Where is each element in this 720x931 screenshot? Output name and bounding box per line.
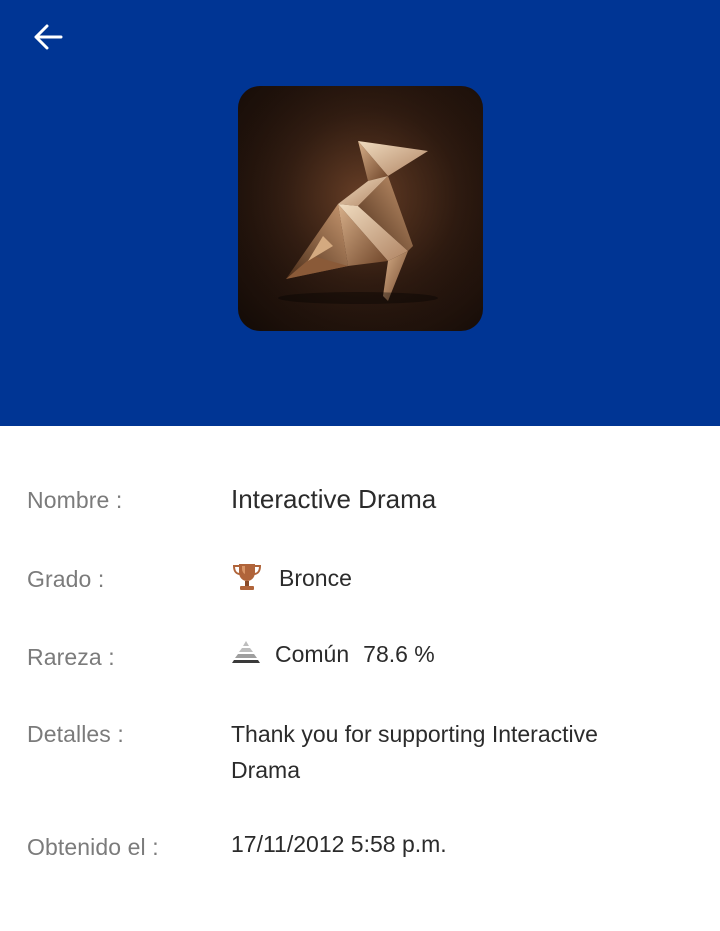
trophy-image	[238, 86, 483, 331]
rarity-label: Rareza :	[27, 644, 115, 670]
rarity-value: Común	[275, 641, 350, 667]
name-value: Interactive Drama	[231, 484, 437, 514]
name-label: Nombre :	[27, 487, 123, 513]
details-value: Thank you for supporting Interactive Dra…	[231, 721, 598, 783]
trophy-details: Nombre : Interactive Drama Grado : Bronc…	[0, 426, 720, 931]
trophy-header	[0, 0, 720, 426]
earned-value: 17/11/2012 5:58 p.m.	[231, 831, 447, 857]
back-button[interactable]	[24, 18, 72, 60]
rarity-percent: 78.6 %	[363, 641, 435, 667]
pyramid-rarity-icon	[231, 640, 261, 669]
earned-label: Obtenido el :	[27, 834, 159, 860]
grade-value: Bronce	[279, 565, 352, 591]
arrow-left-icon	[33, 24, 63, 55]
origami-unicorn-icon	[238, 86, 483, 331]
details-label: Detalles :	[27, 721, 124, 747]
grade-label: Grado :	[27, 566, 105, 592]
bronze-trophy-icon	[231, 560, 263, 597]
